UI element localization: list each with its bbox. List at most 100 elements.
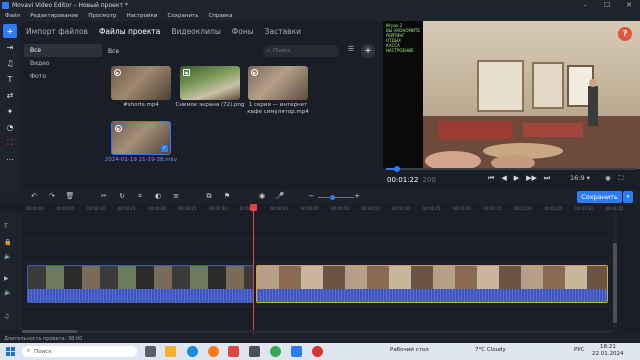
video-preview[interactable]: Игрок 2 ВЫ ЭКОНОМИТЕ РЕЙТИНГ ОТДЫХ КАССА… xyxy=(383,21,640,169)
snapshot-icon[interactable]: ◉ xyxy=(605,174,611,182)
preview-extra-controls: ◉ ⛶ xyxy=(605,174,623,183)
fullscreen-icon[interactable]: ⛶ xyxy=(619,174,624,182)
adjust-icon[interactable]: ≡ xyxy=(170,192,182,200)
movavi-taskbar-icon[interactable] xyxy=(228,346,239,357)
chrome-icon[interactable] xyxy=(270,346,281,357)
settings-app-icon[interactable] xyxy=(249,346,260,357)
preview-seekbar[interactable] xyxy=(386,168,636,170)
timeline-clip[interactable] xyxy=(27,265,254,303)
windows-start-icon[interactable] xyxy=(6,347,15,356)
add-media-button[interactable]: + xyxy=(361,44,375,58)
timeline-horizontal-scrollbar[interactable] xyxy=(22,330,612,333)
more-icon[interactable]: ⋯ xyxy=(3,152,17,166)
menu-settings[interactable]: Настройки xyxy=(126,13,157,19)
category-video[interactable]: Видео xyxy=(24,57,102,70)
sticker-icon[interactable]: ◔ xyxy=(3,120,17,134)
search-input[interactable] xyxy=(273,48,332,54)
cut-icon[interactable]: ✂ xyxy=(98,192,110,200)
playhead[interactable] xyxy=(253,205,254,335)
timeline-ruler[interactable]: 00:00:00 00:00:05 00:00:10 00:00:15 00:00:20… xyxy=(22,205,632,213)
media-thumbnail[interactable]: ▣ xyxy=(180,66,240,100)
ruler-tick-label: 00:01:10 xyxy=(453,206,471,211)
filter-icon[interactable]: ✦ xyxy=(3,104,17,118)
media-thumbnail-selected[interactable]: ▶ ✓ xyxy=(111,121,171,155)
transition-icon[interactable]: ⇄ xyxy=(3,88,17,102)
clock-time[interactable]: 18:21 xyxy=(600,344,616,350)
overlay-icon[interactable]: ⧉ xyxy=(203,192,215,201)
mute-icon[interactable]: 🔈 xyxy=(4,253,11,260)
playhead-handle[interactable] xyxy=(250,204,257,211)
zoom-slider[interactable] xyxy=(318,197,354,198)
category-all[interactable]: Все xyxy=(24,44,102,57)
menu-file[interactable]: Файл xyxy=(5,13,20,19)
preview-frame xyxy=(383,21,640,169)
save-button[interactable]: Сохранить xyxy=(577,191,622,203)
ruler-tick-label: 00:01:20 xyxy=(514,206,532,211)
zoom-in-icon[interactable]: + xyxy=(351,192,363,200)
music-icon[interactable]: ♫ xyxy=(3,56,17,70)
tab-video-clips[interactable]: Видеоклипы xyxy=(171,27,220,36)
add-icon[interactable]: + xyxy=(3,24,17,38)
taskbar-search[interactable]: ⌕ Поиск xyxy=(22,346,137,357)
step-back-icon[interactable]: ◀ xyxy=(501,174,506,183)
record-icon[interactable]: ◉ xyxy=(256,192,268,200)
media-caption: 2024-01-19 21-19-38.mkv xyxy=(104,157,178,163)
crop-icon[interactable]: ⌗ xyxy=(134,192,146,201)
skip-back-icon[interactable]: ⏮ xyxy=(488,174,494,183)
step-forward-icon[interactable]: ▶▶ xyxy=(526,174,537,183)
play-icon[interactable]: ▶ xyxy=(514,174,519,183)
firefox-icon[interactable] xyxy=(208,346,219,357)
timeline-clip[interactable] xyxy=(256,265,608,303)
effects-icon[interactable]: ⛶ xyxy=(3,136,17,150)
scrollbar-thumb[interactable] xyxy=(22,330,77,333)
task-view-icon[interactable] xyxy=(145,346,156,357)
skip-forward-icon[interactable]: ⏭ xyxy=(544,174,550,183)
maximize-button[interactable]: ☐ xyxy=(596,1,618,9)
file-explorer-icon[interactable] xyxy=(165,346,176,357)
clip-audio-waveform xyxy=(28,289,253,302)
timeline-vertical-scrollbar[interactable] xyxy=(613,213,617,330)
weather-label[interactable]: 7°C Cloudy xyxy=(475,347,506,353)
app-icon[interactable] xyxy=(291,346,302,357)
media-thumbnail[interactable]: ▶ xyxy=(248,66,308,100)
media-search[interactable]: ⌕ xyxy=(263,45,339,57)
desktop-label[interactable]: Рабочий стол xyxy=(390,347,429,353)
zoom-out-icon[interactable]: − xyxy=(305,192,317,200)
microphone-icon[interactable]: 🎤 xyxy=(274,192,286,200)
language-indicator[interactable]: РУС xyxy=(574,347,585,353)
music-track-icon: ♫ xyxy=(4,313,10,320)
close-button[interactable]: ✕ xyxy=(618,1,640,9)
tab-import[interactable]: Импорт файлов xyxy=(26,27,88,36)
text-icon[interactable]: T xyxy=(3,72,17,86)
menu-edit[interactable]: Редактирование xyxy=(30,13,78,19)
clip-audio-waveform xyxy=(257,289,607,302)
app-icon[interactable] xyxy=(312,346,323,357)
undo-icon[interactable]: ↶ xyxy=(28,192,40,200)
redo-icon[interactable]: ↷ xyxy=(46,192,58,200)
flag-icon[interactable]: ⚑ xyxy=(221,192,233,200)
help-button[interactable]: ? xyxy=(618,27,632,41)
rotate-icon[interactable]: ↻ xyxy=(116,192,128,200)
lock-icon[interactable]: 🔒 xyxy=(4,239,11,246)
menu-help[interactable]: Справка xyxy=(208,13,232,19)
aspect-ratio-select[interactable]: 16:9 ▾ xyxy=(570,174,590,182)
tab-backgrounds[interactable]: Фоны xyxy=(232,27,254,36)
minimize-button[interactable]: – xyxy=(574,1,596,9)
clock-date[interactable]: 22.01.2024 xyxy=(592,351,624,357)
media-thumbnail[interactable]: ▶ xyxy=(111,66,171,100)
video-icon: ▶ xyxy=(251,69,258,76)
ruler-tick-label: 00:01:30 xyxy=(575,206,593,211)
color-icon[interactable]: ◐ xyxy=(152,192,164,200)
scrollbar-thumb[interactable] xyxy=(613,243,617,323)
category-photo[interactable]: Фото xyxy=(24,70,102,83)
tab-project-files[interactable]: Файлы проекта xyxy=(99,27,160,36)
delete-icon[interactable]: 🗑 xyxy=(64,192,76,200)
sort-icon[interactable]: ☰ xyxy=(345,45,357,57)
menu-save[interactable]: Сохранить xyxy=(168,13,199,19)
menu-view[interactable]: Просмотр xyxy=(88,13,116,19)
edge-icon[interactable] xyxy=(187,346,198,357)
tab-intros[interactable]: Заставки xyxy=(265,27,301,36)
save-dropdown-icon[interactable]: ▾ xyxy=(623,191,633,203)
import-icon[interactable]: ⇥ xyxy=(3,40,17,54)
volume-icon[interactable]: 🔈 xyxy=(4,289,11,296)
